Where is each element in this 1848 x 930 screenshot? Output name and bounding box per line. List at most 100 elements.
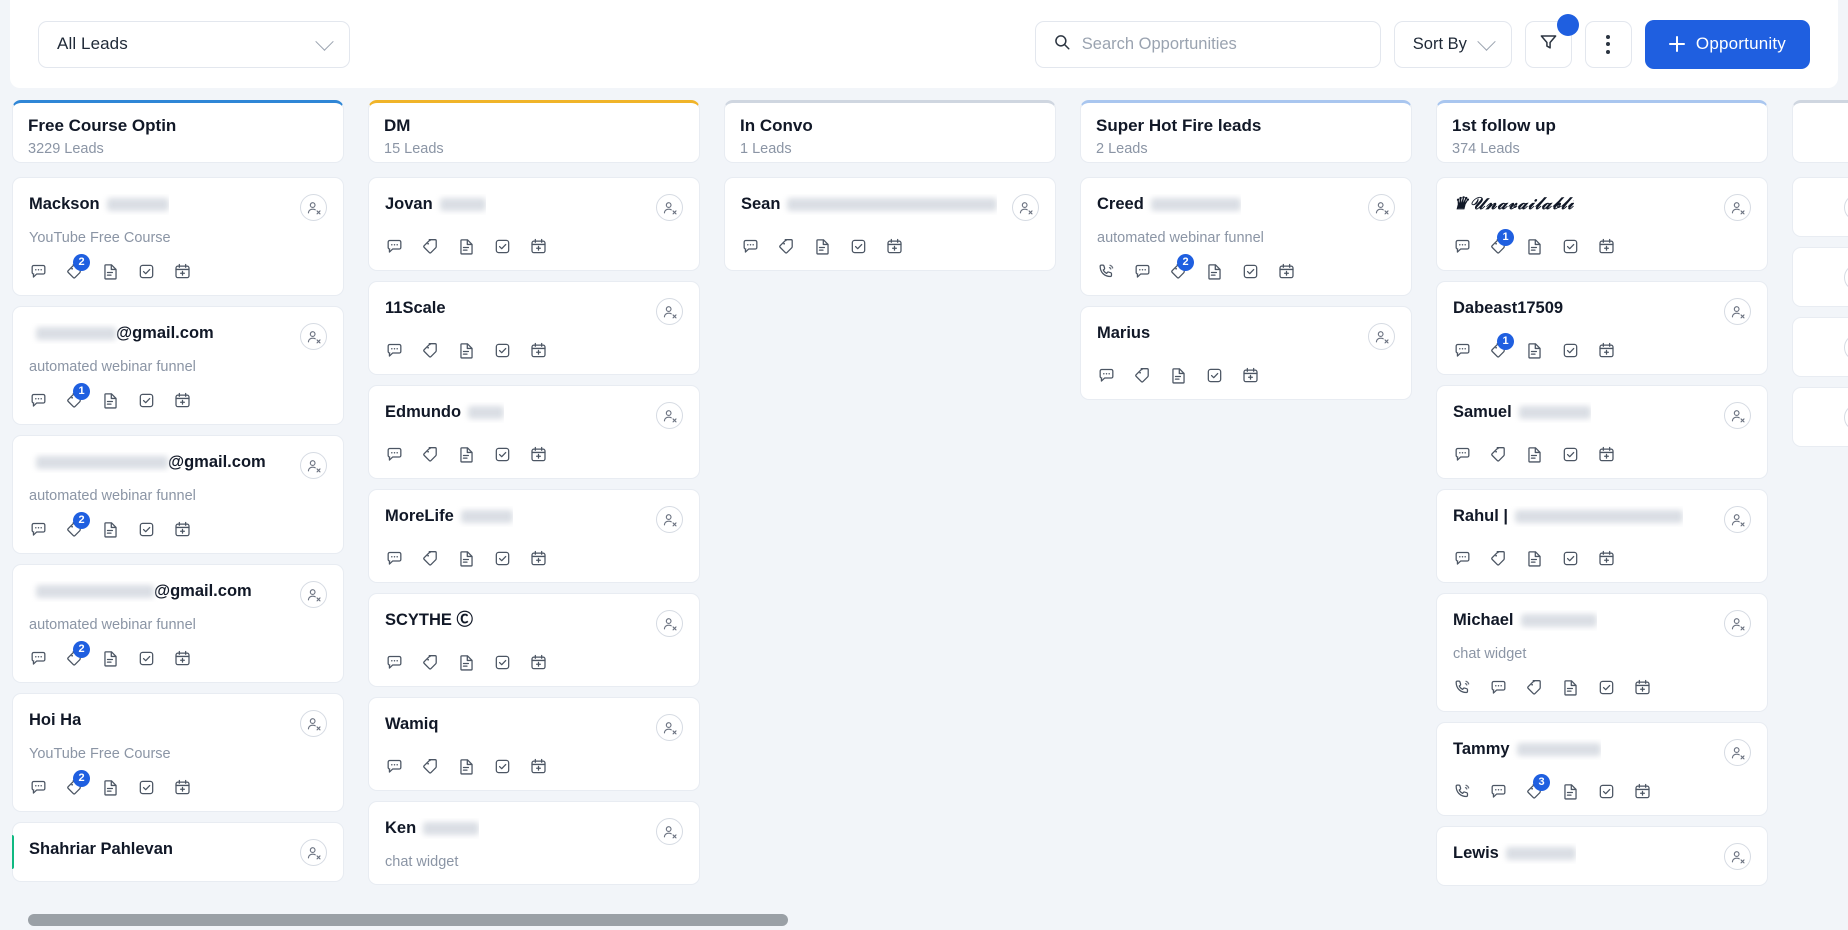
chat-icon[interactable] [1489, 678, 1508, 697]
opportunity-card[interactable] [1792, 247, 1848, 307]
opportunity-card[interactable]: Edmundo [368, 385, 700, 479]
task-icon[interactable] [137, 391, 156, 410]
document-icon[interactable] [457, 445, 476, 464]
chat-icon[interactable] [29, 778, 48, 797]
task-icon[interactable] [1561, 549, 1580, 568]
chat-icon[interactable] [1453, 237, 1472, 256]
calendar-add-icon[interactable] [529, 653, 548, 672]
task-icon[interactable] [493, 549, 512, 568]
assign-user-icon[interactable] [1844, 264, 1848, 291]
chat-icon[interactable] [29, 649, 48, 668]
column-card-list[interactable]: Jovan 11Scale Edmundo MoreLife SCYTHE Ⓒ Wamiq… [368, 177, 700, 910]
tag-icon[interactable]: 2 [65, 641, 90, 668]
assign-user-icon[interactable] [1844, 194, 1848, 221]
task-icon[interactable] [1205, 366, 1224, 385]
calendar-add-icon[interactable] [1277, 262, 1296, 281]
assign-user-icon[interactable] [656, 402, 683, 429]
task-icon[interactable] [493, 653, 512, 672]
assign-user-icon[interactable] [1844, 404, 1848, 431]
document-icon[interactable] [813, 237, 832, 256]
assign-user-icon[interactable] [656, 818, 683, 845]
task-icon[interactable] [493, 341, 512, 360]
opportunity-card[interactable]: Mackson YouTube Free Course 2 [12, 177, 344, 296]
opportunity-card[interactable]: Wamiq [368, 697, 700, 791]
assign-user-icon[interactable] [1368, 194, 1395, 221]
column-card-list[interactable]: ♛𝒰𝓃𝒶𝓋𝒶𝒾𝓁𝒶𝒷𝓁𝒾 1 Dabeast17509 1 Samuel Rahul | M… [1436, 177, 1768, 910]
calendar-add-icon[interactable] [1633, 782, 1652, 801]
opportunity-card[interactable]: Sean [724, 177, 1056, 271]
horizontal-scrollbar-track[interactable] [0, 910, 1848, 930]
tag-icon[interactable] [421, 341, 440, 360]
chat-icon[interactable] [1453, 445, 1472, 464]
opportunity-card[interactable]: Tammy 3 [1436, 722, 1768, 816]
more-options-button[interactable] [1584, 20, 1632, 68]
calendar-add-icon[interactable] [529, 237, 548, 256]
assign-user-icon[interactable] [656, 298, 683, 325]
assign-user-icon[interactable] [656, 714, 683, 741]
calendar-add-icon[interactable] [529, 757, 548, 776]
column-header[interactable]: 1st follow up 374 Leads [1436, 100, 1768, 163]
chat-icon[interactable] [1133, 262, 1152, 281]
chat-icon[interactable] [1489, 782, 1508, 801]
chat-icon[interactable] [29, 520, 48, 539]
calendar-add-icon[interactable] [1597, 237, 1616, 256]
task-icon[interactable] [1241, 262, 1260, 281]
tag-icon[interactable] [1489, 445, 1508, 464]
document-icon[interactable] [1525, 549, 1544, 568]
column-card-list[interactable]: Creed automated webinar funnel 2 Marius [1080, 177, 1412, 910]
tag-icon[interactable]: 2 [65, 254, 90, 281]
chat-icon[interactable] [385, 653, 404, 672]
opportunity-card[interactable] [1792, 317, 1848, 377]
phone-icon[interactable] [1453, 782, 1472, 801]
document-icon[interactable] [1561, 678, 1580, 697]
opportunity-card[interactable] [1792, 177, 1848, 237]
task-icon[interactable] [493, 445, 512, 464]
tag-icon[interactable]: 3 [1525, 774, 1550, 801]
sort-by-button[interactable]: Sort By [1393, 20, 1512, 68]
calendar-add-icon[interactable] [1597, 549, 1616, 568]
document-icon[interactable] [101, 520, 120, 539]
task-icon[interactable] [1561, 445, 1580, 464]
phone-icon[interactable] [1097, 262, 1116, 281]
task-icon[interactable] [493, 757, 512, 776]
document-icon[interactable] [101, 262, 120, 281]
document-icon[interactable] [1561, 782, 1580, 801]
task-icon[interactable] [137, 778, 156, 797]
assign-user-icon[interactable] [656, 194, 683, 221]
assign-user-icon[interactable] [1724, 402, 1751, 429]
chat-icon[interactable] [385, 341, 404, 360]
opportunity-card[interactable]: Dabeast17509 1 [1436, 281, 1768, 375]
calendar-add-icon[interactable] [173, 520, 192, 539]
task-icon[interactable] [137, 649, 156, 668]
calendar-add-icon[interactable] [1241, 366, 1260, 385]
column-header[interactable] [1792, 100, 1848, 163]
task-icon[interactable] [1561, 237, 1580, 256]
calendar-add-icon[interactable] [173, 262, 192, 281]
opportunity-card[interactable]: Jovan [368, 177, 700, 271]
search-input[interactable] [1081, 34, 1363, 54]
opportunity-card[interactable] [1792, 387, 1848, 447]
task-icon[interactable] [1597, 782, 1616, 801]
chat-icon[interactable] [385, 549, 404, 568]
chat-icon[interactable] [385, 445, 404, 464]
chat-icon[interactable] [741, 237, 760, 256]
document-icon[interactable] [101, 649, 120, 668]
opportunity-card[interactable]: Ken chat widget [368, 801, 700, 885]
assign-user-icon[interactable] [1724, 739, 1751, 766]
assign-user-icon[interactable] [300, 839, 327, 866]
chat-icon[interactable] [29, 391, 48, 410]
tag-icon[interactable] [421, 653, 440, 672]
task-icon[interactable] [137, 262, 156, 281]
tag-icon[interactable]: 2 [1169, 254, 1194, 281]
assign-user-icon[interactable] [300, 194, 327, 221]
document-icon[interactable] [1525, 445, 1544, 464]
document-icon[interactable] [457, 653, 476, 672]
opportunity-card[interactable]: Creed automated webinar funnel 2 [1080, 177, 1412, 296]
document-icon[interactable] [457, 237, 476, 256]
calendar-add-icon[interactable] [529, 341, 548, 360]
tag-icon[interactable] [1489, 549, 1508, 568]
opportunity-card[interactable]: @gmail.com automated webinar funnel 2 [12, 564, 344, 683]
assign-user-icon[interactable] [300, 452, 327, 479]
task-icon[interactable] [493, 237, 512, 256]
task-icon[interactable] [137, 520, 156, 539]
